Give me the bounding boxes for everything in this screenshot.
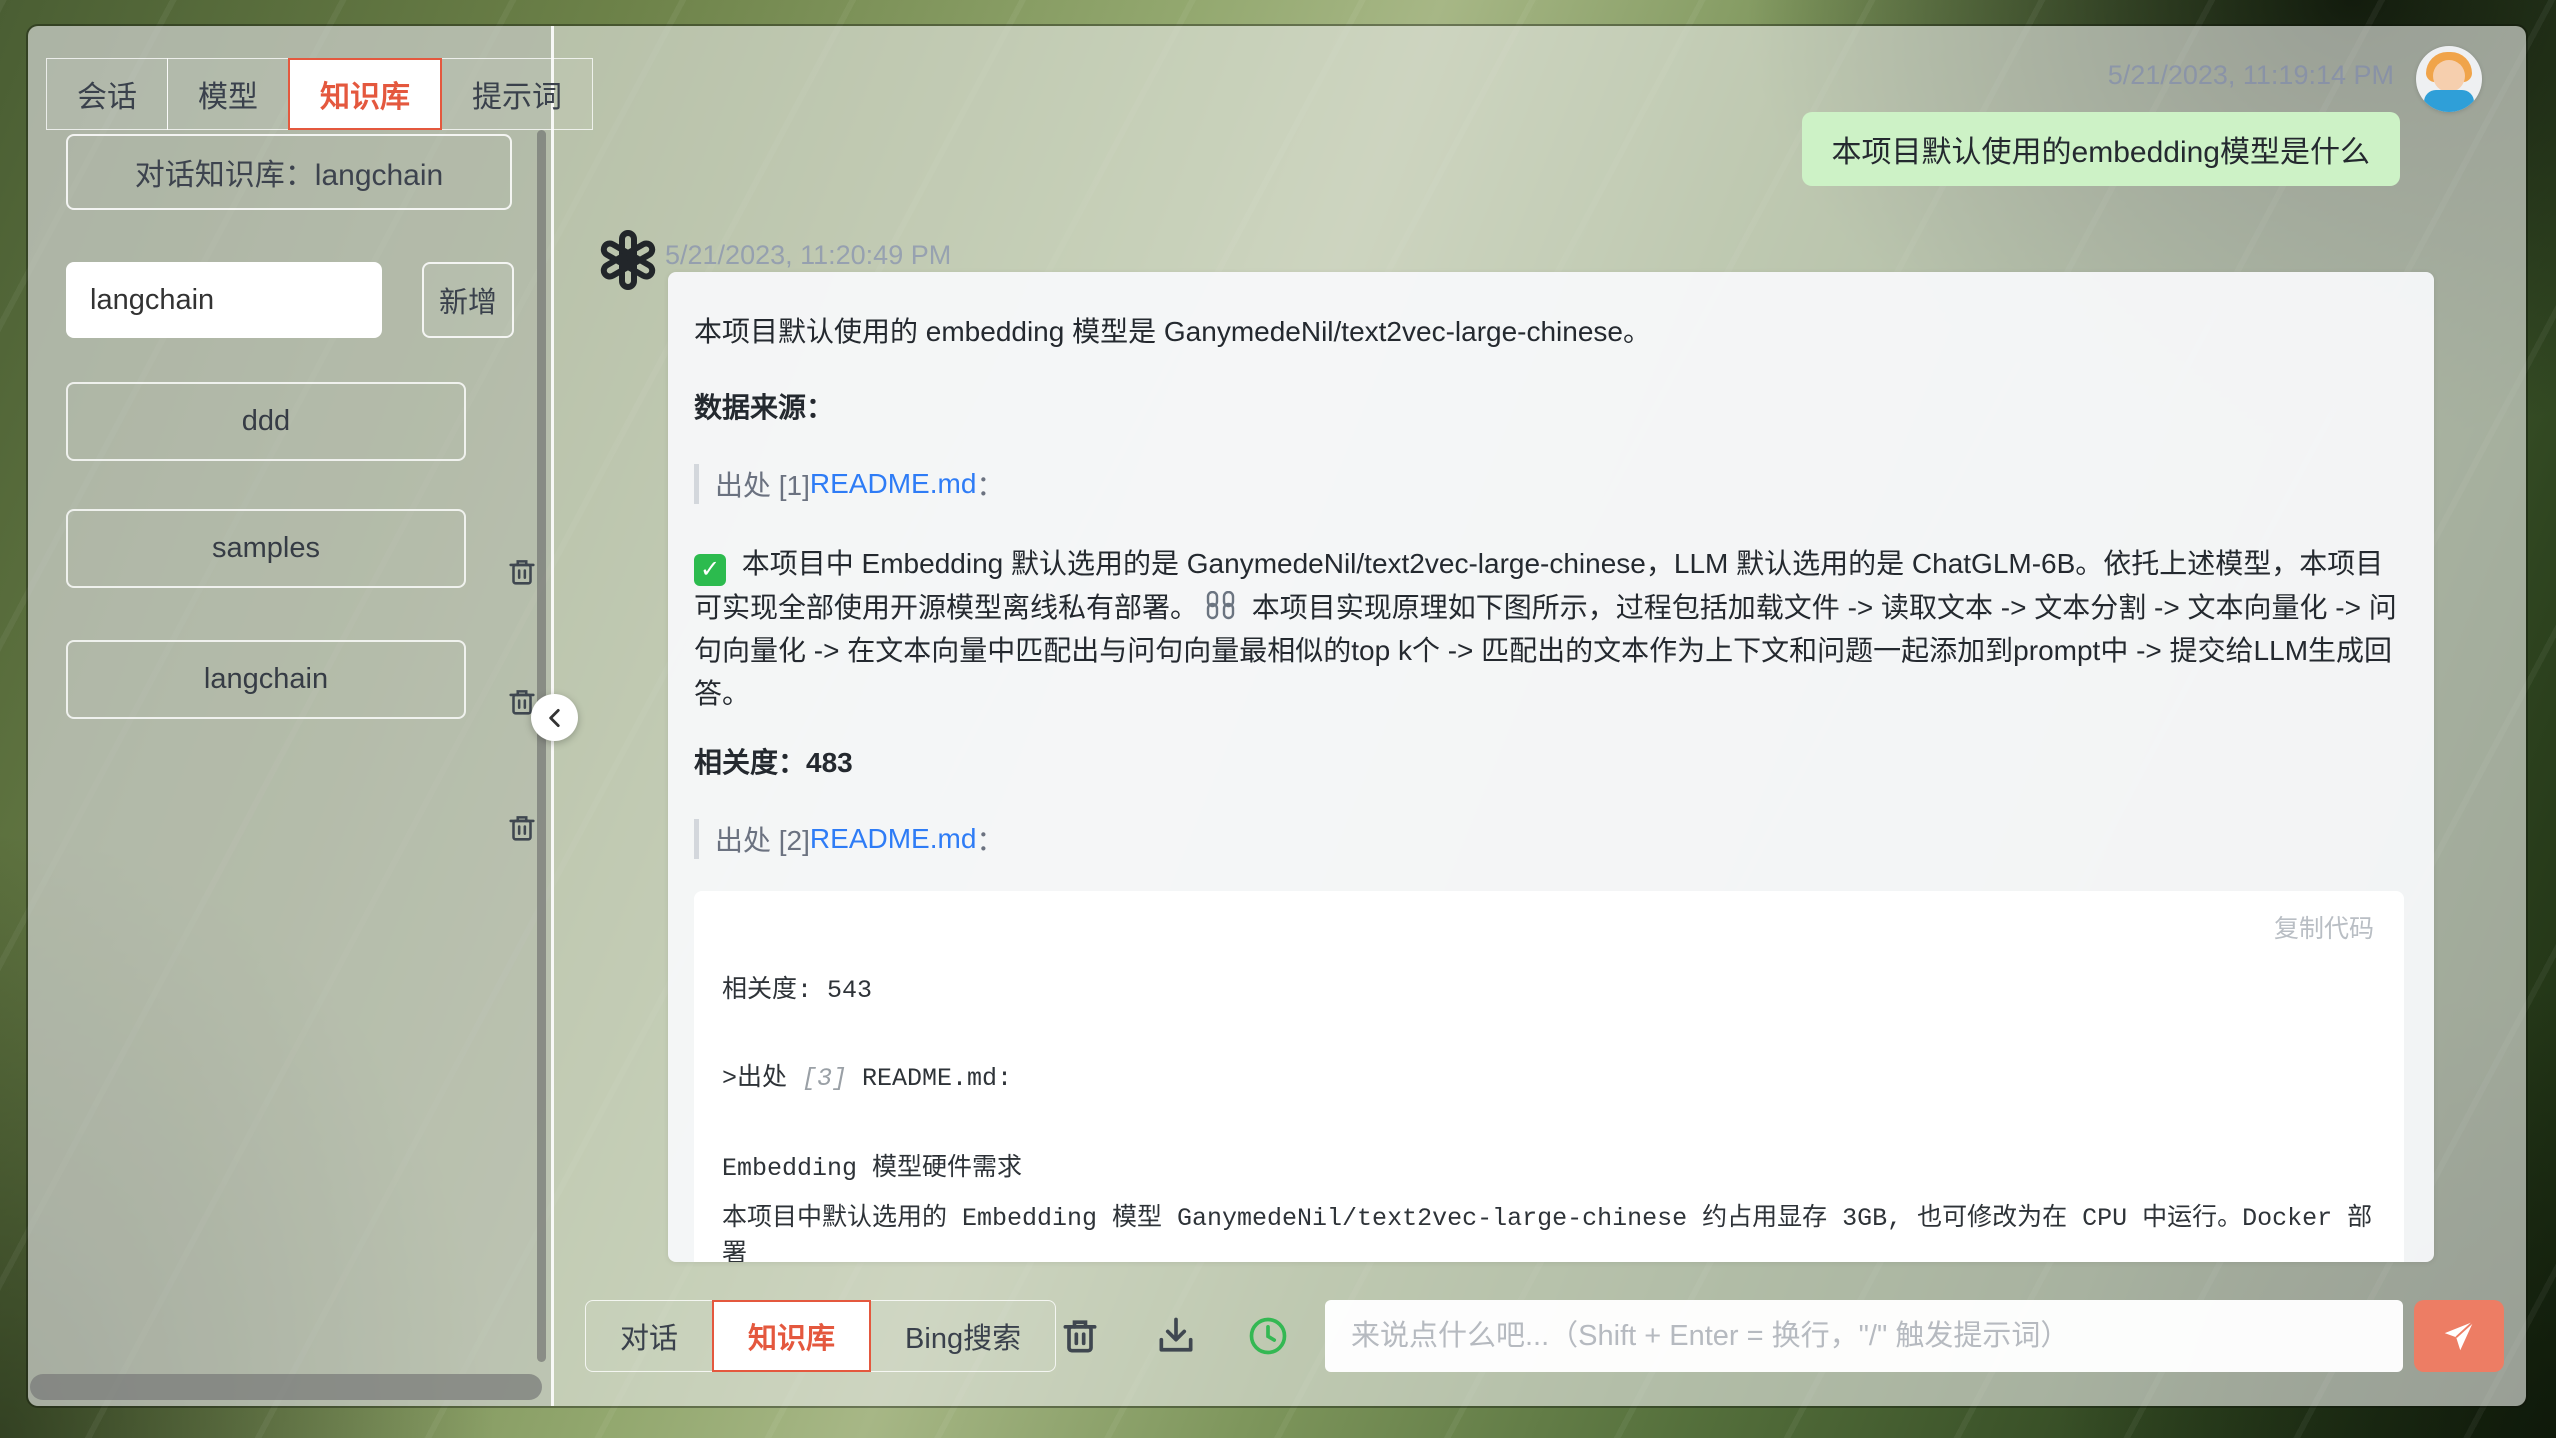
send-button[interactable] — [2414, 1300, 2504, 1372]
tab-prompt[interactable]: 提示词 — [441, 58, 593, 130]
chevron-left-icon — [542, 705, 568, 731]
source-quote-1: 出处 [1] README.md ： — [694, 464, 2404, 504]
copy-code-button[interactable]: 复制代码 — [2274, 909, 2374, 945]
tab-session[interactable]: 会话 — [46, 58, 168, 130]
kb-name-input[interactable] — [66, 262, 382, 338]
app-screen: 会话 模型 知识库 提示词 对话知识库：langchain 新增 ddd sam… — [0, 0, 2556, 1438]
mode-dialogue[interactable]: 对话 — [585, 1300, 713, 1372]
user-avatar — [2416, 46, 2482, 112]
answer-line: 本项目默认使用的 embedding 模型是 GanymedeNil/text2… — [694, 310, 2404, 350]
code-ref-3: [3] — [802, 1064, 847, 1093]
add-kb-button[interactable]: 新增 — [422, 262, 514, 338]
trash-icon — [1058, 1314, 1102, 1358]
source-quote-1-text: 出处 [1] — [715, 464, 810, 504]
code-text: >出处 — [722, 1064, 802, 1093]
code-line-relevance-543: 相关度: 543 — [722, 969, 2376, 1005]
clear-conversation-button[interactable] — [1058, 1314, 1102, 1358]
message-input[interactable] — [1325, 1300, 2403, 1372]
download-icon — [1154, 1314, 1198, 1358]
source-quote-2-colon: ： — [976, 819, 1004, 859]
sidebar: 会话 模型 知识库 提示词 对话知识库：langchain 新增 ddd sam… — [28, 26, 554, 1406]
paper-plane-icon — [2440, 1317, 2478, 1355]
data-source-heading: 数据来源： — [694, 386, 2404, 426]
chat-mode-switch: 对话 知识库 Bing搜索 — [585, 1300, 1055, 1372]
sidebar-collapse-button[interactable] — [531, 694, 578, 741]
trash-icon — [505, 554, 539, 590]
delete-kb-samples-icon[interactable] — [505, 554, 539, 590]
current-kb-label: 对话知识库：langchain — [66, 134, 512, 210]
chain-link-icon — [1204, 591, 1238, 621]
sidebar-tabs: 会话 模型 知识库 提示词 — [46, 58, 592, 130]
kb-item-langchain[interactable]: langchain — [66, 640, 466, 719]
sidebar-vertical-scrollbar[interactable] — [537, 130, 546, 1362]
source-quote-1-colon: ： — [976, 464, 1004, 504]
readme-link-2[interactable]: README.md — [810, 823, 976, 855]
delete-kb-icon[interactable] — [505, 810, 539, 846]
relevance-score-1: 相关度：483 — [694, 741, 2404, 781]
source-quote-2-text: 出处 [2] — [715, 819, 810, 859]
user-message-bubble: 本项目默认使用的embedding模型是什么 — [1802, 112, 2400, 186]
assistant-message-timestamp: 5/21/2023, 11:20:49 PM — [665, 240, 951, 271]
source-excerpt-paragraph: ✓ 本项目中 Embedding 默认选用的是 GanymedeNil/text… — [694, 542, 2404, 715]
source-quote-2: 出处 [2] README.md ： — [694, 819, 2404, 859]
readme-link-1[interactable]: README.md — [810, 468, 976, 500]
assistant-message-bubble: 本项目默认使用的 embedding 模型是 GanymedeNil/text2… — [668, 272, 2434, 1262]
history-clock-icon — [1246, 1314, 1290, 1358]
mode-knowledge-base[interactable]: 知识库 — [712, 1300, 871, 1372]
history-button[interactable] — [1246, 1314, 1290, 1358]
code-line-hardware-detail: 本项目中默认选用的 Embedding 模型 GanymedeNil/text2… — [722, 1197, 2376, 1263]
main-panel: 会话 模型 知识库 提示词 对话知识库：langchain 新增 ddd sam… — [28, 26, 2526, 1406]
kb-item-samples[interactable]: samples — [66, 509, 466, 588]
trash-icon — [505, 810, 539, 846]
tab-model[interactable]: 模型 — [167, 58, 289, 130]
assistant-openai-logo-icon — [596, 228, 660, 292]
tab-knowledge-base[interactable]: 知识库 — [288, 58, 442, 130]
mode-bing-search[interactable]: Bing搜索 — [870, 1300, 1056, 1372]
export-chat-button[interactable] — [1154, 1314, 1198, 1358]
user-message-timestamp: 5/21/2023, 11:19:14 PM — [2108, 60, 2394, 91]
sidebar-horizontal-scrollbar[interactable] — [30, 1374, 542, 1400]
check-mark-icon: ✓ — [694, 554, 726, 586]
code-line-source-3: >出处 [3] README.md: — [722, 1057, 2376, 1093]
code-text: README.md: — [847, 1064, 1012, 1093]
avatar-body — [2424, 90, 2474, 112]
avatar-face — [2433, 60, 2465, 92]
kb-item-ddd[interactable]: ddd — [66, 382, 466, 461]
code-line-hardware-title: Embedding 模型硬件需求 — [722, 1147, 2376, 1183]
code-block: 复制代码 相关度: 543 >出处 [3] README.md: Embeddi… — [694, 891, 2404, 1263]
